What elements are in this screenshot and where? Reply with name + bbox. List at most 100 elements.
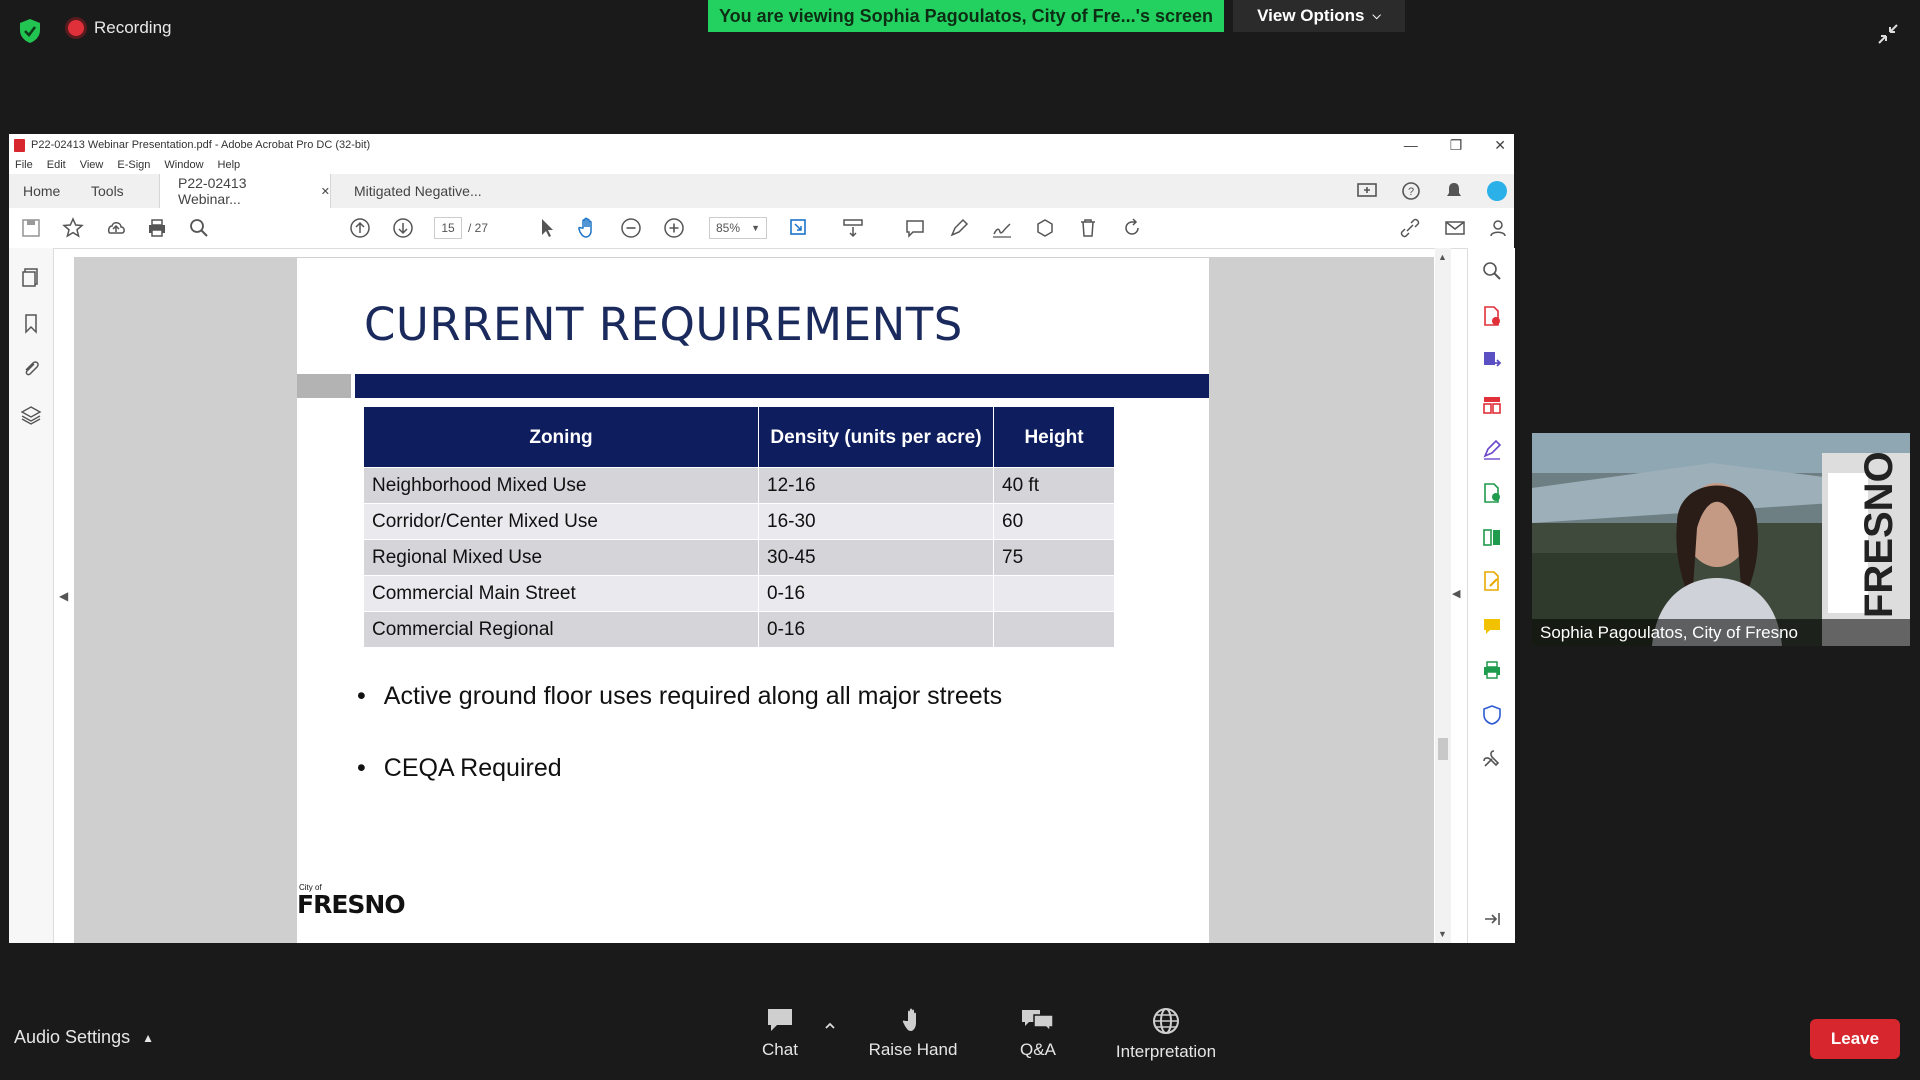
menu-esign[interactable]: E-Sign xyxy=(117,159,150,171)
sign-icon[interactable] xyxy=(990,216,1014,240)
menu-edit[interactable]: Edit xyxy=(47,159,66,171)
view-options-button[interactable]: View Options ⌵ xyxy=(1233,0,1405,32)
left-panel-collapse-icon[interactable]: ◀ xyxy=(59,589,68,603)
stamp-icon[interactable] xyxy=(1033,216,1057,240)
qa-label: Q&A xyxy=(1020,1040,1056,1059)
link-icon[interactable] xyxy=(1398,216,1422,240)
upload-cloud-icon[interactable] xyxy=(104,216,128,240)
layers-icon[interactable] xyxy=(20,404,42,426)
scroll-down-icon[interactable]: ▼ xyxy=(1438,929,1447,939)
comment-tool-icon[interactable] xyxy=(1481,615,1503,637)
zoom-in-icon[interactable] xyxy=(662,216,686,240)
menu-view[interactable]: View xyxy=(80,159,104,171)
print-icon[interactable] xyxy=(145,216,169,240)
more-tools-icon[interactable] xyxy=(1481,748,1503,770)
raise-hand-button[interactable]: Raise Hand xyxy=(863,1006,963,1060)
close-tab-icon[interactable]: ✕ xyxy=(321,185,330,198)
chat-button[interactable]: Chat xyxy=(750,1006,810,1060)
page-number-input[interactable]: 15 xyxy=(434,217,462,239)
scroll-mode-icon[interactable] xyxy=(841,216,865,240)
previous-page-icon[interactable] xyxy=(348,216,372,240)
organize-pages-icon[interactable] xyxy=(1481,394,1503,416)
notifications-bell-icon[interactable] xyxy=(1445,181,1463,201)
edit-pdf-icon[interactable] xyxy=(1481,570,1503,592)
attachment-paperclip-icon[interactable] xyxy=(20,358,42,380)
interpretation-button[interactable]: Interpretation xyxy=(1106,1006,1226,1062)
rotate-icon[interactable] xyxy=(1120,216,1144,240)
table-cell: 16-30 xyxy=(758,503,994,540)
table-cell: Commercial Main Street xyxy=(363,575,759,612)
table-cell: 60 xyxy=(993,503,1115,540)
view-options-label: View Options xyxy=(1257,6,1365,25)
restore-icon[interactable]: ❐ xyxy=(1450,137,1463,154)
qa-button[interactable]: Q&A xyxy=(1008,1006,1068,1060)
minimize-icon[interactable]: — xyxy=(1404,137,1418,153)
user-avatar[interactable] xyxy=(1487,181,1507,201)
delete-trash-icon[interactable] xyxy=(1076,216,1100,240)
zoom-out-icon[interactable] xyxy=(619,216,643,240)
select-cursor-icon[interactable] xyxy=(535,216,559,240)
collapse-tools-pane-icon[interactable] xyxy=(1481,908,1503,930)
fit-page-icon[interactable] xyxy=(787,216,811,240)
scroll-up-icon[interactable]: ▲ xyxy=(1438,252,1447,262)
participant-video-feed: FRESNO xyxy=(1532,433,1910,646)
recording-label: Recording xyxy=(94,18,172,37)
menu-help[interactable]: Help xyxy=(218,159,241,171)
search-icon[interactable] xyxy=(187,216,211,240)
table-cell: 75 xyxy=(993,539,1115,576)
send-for-review-icon[interactable] xyxy=(1481,482,1503,504)
table-header-density: Density (units per acre) xyxy=(758,406,994,468)
right-panel-collapse-icon[interactable]: ◀ xyxy=(1452,587,1460,600)
help-icon[interactable]: ? xyxy=(1401,181,1421,201)
menu-window[interactable]: Window xyxy=(164,159,203,171)
bookmarks-icon[interactable] xyxy=(20,312,42,334)
audio-settings-label: Audio Settings xyxy=(14,1027,131,1047)
close-icon[interactable]: ✕ xyxy=(1494,137,1506,154)
comment-icon[interactable] xyxy=(903,216,927,240)
main-toolbar: 15 / 27 85% ▼ xyxy=(9,208,1514,249)
tools-pane xyxy=(1467,248,1515,943)
enhance-scan-icon[interactable] xyxy=(1481,260,1503,282)
security-shield-icon[interactable] xyxy=(18,18,42,44)
protect-shield-icon[interactable] xyxy=(1481,704,1503,726)
menu-file[interactable]: File xyxy=(15,159,33,171)
save-icon[interactable] xyxy=(19,216,43,240)
svg-text:?: ? xyxy=(1408,186,1414,198)
share-user-icon[interactable] xyxy=(1486,216,1510,240)
tab-document-mitigated[interactable]: Mitigated Negative... xyxy=(354,174,482,208)
zoom-level-select[interactable]: 85% ▼ xyxy=(709,217,767,239)
email-icon[interactable] xyxy=(1443,216,1467,240)
next-page-icon[interactable] xyxy=(391,216,415,240)
slide-title: CURRENT REQUIREMENTS xyxy=(364,298,963,351)
bullet-item: • Active ground floor uses required alon… xyxy=(357,682,1002,711)
leave-button[interactable]: Leave xyxy=(1810,1019,1900,1059)
highlight-pen-icon[interactable] xyxy=(947,216,971,240)
tab-home[interactable]: Home xyxy=(23,174,60,208)
recording-indicator[interactable]: Recording xyxy=(68,18,172,38)
page-thumbnails-icon[interactable] xyxy=(20,266,42,288)
bookmark-star-icon[interactable] xyxy=(61,216,85,240)
table-cell xyxy=(993,611,1115,648)
share-screen-icon[interactable] xyxy=(1357,182,1377,200)
table-row: Commercial Regional 0-16 xyxy=(363,611,1115,648)
tab-document-webinar[interactable]: P22-02413 Webinar... ✕ xyxy=(159,174,331,208)
participant-video-tile[interactable]: FRESNO xyxy=(1532,433,1910,646)
export-pdf-icon[interactable] xyxy=(1481,349,1503,371)
print-production-icon[interactable] xyxy=(1481,659,1503,681)
table-cell: 40 ft xyxy=(993,467,1115,504)
table-cell: Neighborhood Mixed Use xyxy=(363,467,759,504)
exit-fullscreen-icon[interactable] xyxy=(1876,22,1900,46)
table-cell: Regional Mixed Use xyxy=(363,539,759,576)
vertical-scrollbar[interactable]: ▲ ▼ xyxy=(1435,248,1451,943)
svg-text:FRESNO: FRESNO xyxy=(1857,451,1901,618)
hand-tool-icon[interactable] xyxy=(575,216,599,240)
page-navigation: 15 / 27 xyxy=(434,216,508,240)
fill-sign-icon[interactable] xyxy=(1481,438,1503,460)
tab-tools[interactable]: Tools xyxy=(91,174,124,208)
scrollbar-thumb[interactable] xyxy=(1438,738,1448,760)
audio-settings-button[interactable]: Audio Settings ▲ xyxy=(14,1027,154,1048)
chat-options-chevron-icon[interactable] xyxy=(824,1020,836,1032)
compare-files-icon[interactable] xyxy=(1481,526,1503,548)
create-pdf-icon[interactable] xyxy=(1481,305,1503,327)
table-cell: Commercial Regional xyxy=(363,611,759,648)
